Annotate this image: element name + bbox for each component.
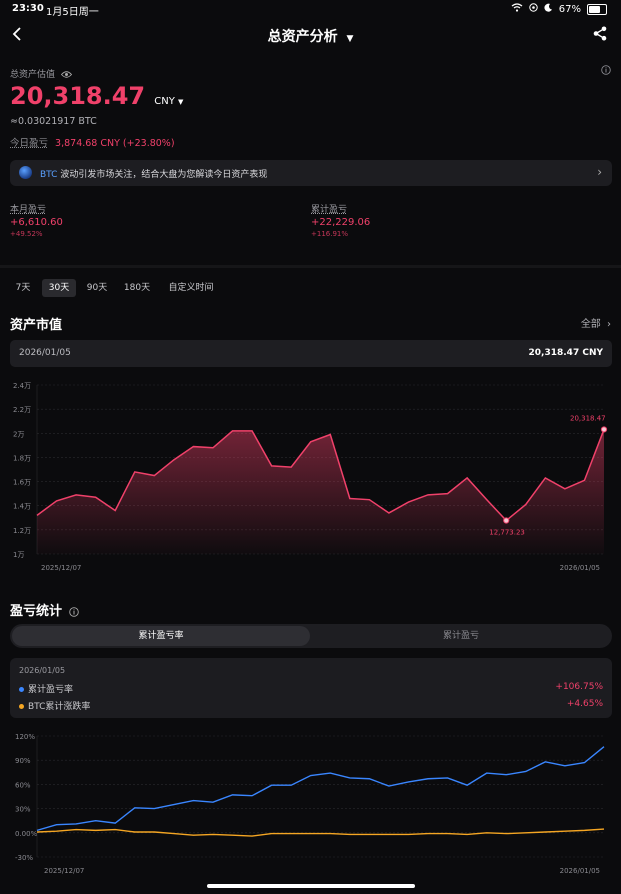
tab-cumulative-rate[interactable]: 累计盈亏率 bbox=[12, 626, 310, 646]
home-indicator[interactable] bbox=[207, 884, 415, 888]
pnl-stats-title-row: 盈亏统计 bbox=[10, 600, 79, 619]
banner-prefix: BTC bbox=[40, 170, 58, 180]
caret-down-icon: ▼ bbox=[346, 34, 354, 44]
globe-icon bbox=[19, 166, 32, 179]
month-pnl-value: +6,610.60 bbox=[10, 217, 63, 228]
series-line bbox=[36, 746, 605, 832]
legend-btc: BTC累计涨跌率 bbox=[19, 699, 90, 712]
tab-90d[interactable]: 90天 bbox=[82, 279, 112, 297]
y-tick-label: 90% bbox=[15, 757, 31, 765]
total-asset-row: 20,318.47 CNY ▼ bbox=[10, 82, 183, 110]
legend-rate-label: 累计盈亏率 bbox=[28, 685, 74, 695]
tab-180d[interactable]: 180天 bbox=[118, 279, 156, 297]
y-tick-label: 1.2万 bbox=[13, 527, 31, 535]
legend-btc-label: BTC累计涨跌率 bbox=[28, 702, 91, 712]
selected-date: 2026/01/05 bbox=[19, 348, 71, 358]
selected-value: 20,318.47 CNY bbox=[528, 348, 603, 358]
x-tick-label: 2025/12/07 bbox=[44, 867, 84, 875]
y-tick-label: -30% bbox=[15, 854, 33, 862]
btc-equivalent: ≈0.03021917 BTC bbox=[10, 116, 97, 127]
y-tick-label: 2万 bbox=[13, 430, 24, 438]
market-value-date-bar: 2026/01/05 20,318.47 CNY bbox=[10, 340, 612, 367]
tab-7d[interactable]: 7天 bbox=[10, 279, 36, 297]
page-title-text: 总资产分析 bbox=[267, 29, 338, 45]
banner-text: BTC 波动引发市场关注，结合大盘为您解读今日资产表现 bbox=[40, 167, 267, 180]
legend-dot-blue bbox=[19, 687, 24, 692]
total-pnl-label: 累计盈亏 bbox=[311, 205, 348, 215]
pnl-stats-date: 2026/01/05 bbox=[19, 666, 66, 675]
tab-custom[interactable]: 自定义时间 bbox=[162, 279, 220, 297]
y-tick-label: 2.4万 bbox=[13, 382, 31, 390]
battery-icon bbox=[587, 3, 607, 15]
tab-cumulative-amount[interactable]: 累计盈亏 bbox=[312, 626, 610, 646]
info-icon[interactable] bbox=[601, 60, 611, 79]
view-all-link[interactable]: 全部 › bbox=[581, 315, 611, 330]
tab-30d[interactable]: 30天 bbox=[42, 279, 76, 297]
pnl-stats-legend: 2026/01/05 累计盈亏率 +106.75% BTC累计涨跌率 +4.65… bbox=[10, 658, 612, 718]
y-tick-label: 30% bbox=[15, 806, 31, 814]
caret-down-icon: ▼ bbox=[178, 98, 184, 106]
x-tick-label: 2025/12/07 bbox=[41, 564, 81, 572]
market-value-title: 资产市值 bbox=[10, 318, 63, 333]
battery-percent: 67% bbox=[558, 3, 581, 15]
legend-rate-value: +106.75% bbox=[555, 682, 603, 692]
today-pnl-value: 3,874.68 CNY (+23.80%) bbox=[55, 138, 175, 149]
location-icon bbox=[529, 3, 538, 15]
status-icons: 67% bbox=[511, 3, 607, 15]
y-tick-label: 1.4万 bbox=[13, 503, 31, 511]
banner-message: 波动引发市场关注，结合大盘为您解读今日资产表现 bbox=[60, 170, 268, 180]
view-all-label: 全部 bbox=[580, 319, 601, 330]
chevron-right-icon: › bbox=[597, 165, 602, 179]
month-pnl-label: 本月盈亏 bbox=[10, 205, 47, 215]
status-date: 1月5日周一 bbox=[46, 7, 99, 18]
total-asset-value: 20,318.47 bbox=[10, 82, 146, 110]
total-pnl-value: +22,229.06 bbox=[311, 217, 371, 228]
eye-icon[interactable] bbox=[60, 70, 72, 80]
y-tick-label: 60% bbox=[15, 781, 31, 789]
y-tick-label: 0.00% bbox=[15, 830, 38, 838]
month-pnl-pct: +49.52% bbox=[10, 230, 43, 238]
x-tick-label: 2026/01/05 bbox=[560, 564, 600, 572]
insight-banner[interactable]: BTC 波动引发市场关注，结合大盘为您解读今日资产表现 › bbox=[10, 160, 612, 186]
y-tick-label: 1万 bbox=[13, 551, 24, 559]
share-icon[interactable] bbox=[593, 26, 607, 45]
y-tick-label: 120% bbox=[15, 733, 35, 741]
pnl-segment-control: 累计盈亏率 累计盈亏 bbox=[10, 624, 612, 648]
y-tick-label: 2.2万 bbox=[13, 406, 31, 414]
x-tick-label: 2026/01/05 bbox=[560, 867, 600, 875]
legend-btc-value: +4.65% bbox=[566, 699, 603, 709]
min-marker bbox=[503, 517, 510, 524]
status-bar: 23:30 1月5日周一 67% bbox=[0, 0, 621, 18]
total-asset-label-row: 总资产估值 bbox=[10, 67, 72, 80]
info-icon[interactable] bbox=[68, 604, 79, 619]
legend-dot-orange bbox=[19, 704, 24, 709]
min-label: 12,773.23 bbox=[489, 529, 525, 537]
today-pnl-row: 今日盈亏 3,874.68 CNY (+23.80%) bbox=[10, 135, 175, 149]
pnl-rate-chart[interactable]: -30% 0.00% 30% 60% 90% 120% 2025/12/07 2026/01/… bbox=[0, 726, 621, 878]
chevron-right-icon: › bbox=[607, 319, 611, 330]
wifi-icon bbox=[511, 3, 523, 15]
today-pnl-label: 今日盈亏 bbox=[10, 138, 49, 149]
page-title[interactable]: 总资产分析 ▼ bbox=[0, 26, 621, 46]
month-pnl: 本月盈亏 +6,610.60 +49.52% bbox=[10, 202, 63, 238]
total-pnl-pct: +116.91% bbox=[311, 230, 349, 238]
market-value-chart[interactable]: 1万 1.2万 1.4万 1.6万 1.8万 2万 2.2万 2.4万 20,318.47 12,… bbox=[0, 375, 621, 580]
total-asset-label: 总资产估值 bbox=[10, 70, 56, 80]
moon-icon bbox=[544, 3, 553, 15]
status-time: 23:30 bbox=[12, 3, 44, 14]
currency-selector[interactable]: CNY ▼ bbox=[154, 96, 183, 107]
divider bbox=[0, 265, 621, 268]
total-pnl: 累计盈亏 +22,229.06 +116.91% bbox=[311, 202, 370, 238]
legend-rate: 累计盈亏率 bbox=[19, 682, 73, 695]
y-tick-label: 1.6万 bbox=[13, 479, 31, 487]
max-label: 20,318.47 bbox=[570, 414, 606, 422]
y-tick-label: 1.8万 bbox=[13, 454, 31, 462]
currency-label: CNY bbox=[154, 96, 175, 107]
pnl-stats-title: 盈亏统计 bbox=[10, 604, 63, 619]
max-marker bbox=[600, 426, 608, 433]
